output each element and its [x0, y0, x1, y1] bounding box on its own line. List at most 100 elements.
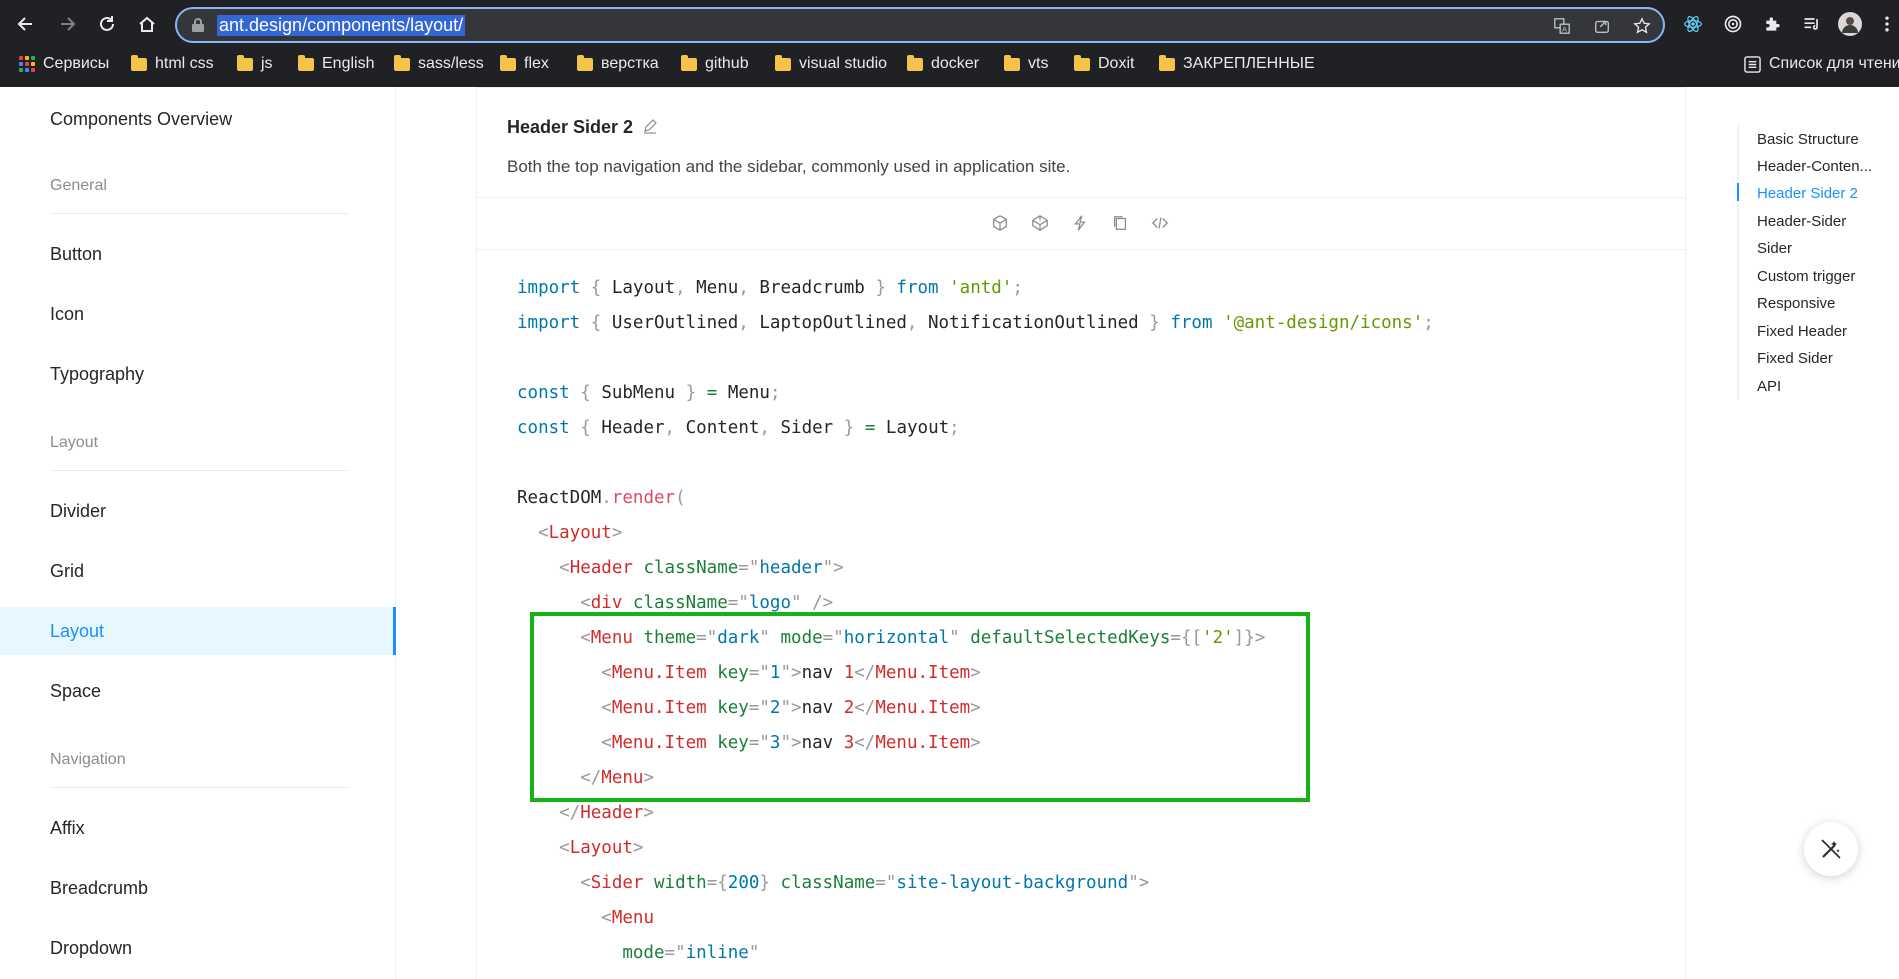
folder-icon — [394, 54, 410, 71]
folder-icon — [577, 54, 593, 71]
bookmark-item[interactable]: flex — [500, 53, 549, 75]
bookmark-item[interactable]: visual studio — [775, 53, 887, 75]
bookmark-item[interactable]: js — [237, 53, 273, 75]
folder-icon — [237, 54, 253, 71]
bookmark-item[interactable]: Doxit — [1074, 53, 1134, 75]
bookmark-item[interactable]: vts — [1004, 53, 1048, 75]
components-sidebar: Components Overview General Button Icon … — [0, 87, 396, 979]
browser-toolbar: ant.design/components/layout/ A — [0, 0, 1899, 48]
group-title-general: General — [50, 177, 107, 194]
browser-chrome: ant.design/components/layout/ A Сервисы … — [0, 0, 1899, 87]
edit-icon[interactable] — [642, 118, 658, 134]
lock-icon — [192, 18, 204, 32]
target-extension-icon[interactable] — [1721, 12, 1745, 36]
bookmark-label: html css — [155, 55, 214, 72]
code-line: <Menu — [601, 908, 654, 928]
reload-button[interactable] — [91, 8, 123, 40]
code-line: ReactDOM.render( — [517, 488, 686, 508]
code-line: <Sider width={200} className="site-layou… — [580, 873, 1150, 893]
bookmark-item[interactable]: html css — [131, 53, 214, 75]
code-line: <Layout> — [559, 838, 644, 858]
anchor-link[interactable]: Responsive — [1757, 295, 1897, 312]
code-line: <Layout> — [538, 523, 623, 543]
codesandbox-icon[interactable] — [989, 212, 1011, 234]
folder-icon — [1159, 54, 1175, 71]
anchor-link[interactable]: Basic Structure — [1757, 131, 1897, 148]
demo-description: Both the top navigation and the sidebar,… — [507, 157, 1071, 176]
demo-title-text: Header Sider 2 — [507, 117, 634, 137]
url-text[interactable]: ant.design/components/layout/ — [217, 15, 466, 36]
theme-toggle-button[interactable] — [1804, 822, 1858, 876]
share-icon[interactable] — [1591, 16, 1613, 36]
media-queue-icon[interactable] — [1800, 12, 1824, 36]
code-line: mode="inline" — [622, 943, 760, 963]
address-bar[interactable]: ant.design/components/layout/ A — [175, 7, 1665, 43]
anchor-link[interactable]: Sider — [1757, 240, 1897, 257]
anchor-link-active[interactable]: Header Sider 2 — [1757, 185, 1897, 202]
react-devtools-icon[interactable] — [1681, 12, 1705, 36]
translate-icon[interactable]: A — [1551, 16, 1573, 36]
anchor-link[interactable]: Fixed Sider — [1757, 350, 1897, 367]
bookmark-item[interactable]: Сервисы — [19, 53, 109, 75]
back-button[interactable] — [10, 8, 42, 40]
bookmark-label: English — [322, 55, 375, 72]
reload-icon — [100, 16, 114, 31]
codepen-icon[interactable] — [1029, 212, 1051, 234]
sidebar-item-icon[interactable]: Icon — [50, 294, 84, 334]
anchor-link[interactable]: Header-Sider — [1757, 213, 1897, 230]
card-divider — [477, 249, 1685, 250]
copy-icon[interactable] — [1109, 212, 1131, 234]
reading-list-label: Список для чтения — [1769, 55, 1899, 72]
group-divider — [50, 787, 349, 788]
anchor-link[interactable]: Fixed Header — [1757, 323, 1897, 340]
svg-text:A: A — [1562, 24, 1567, 33]
code-expand-icon[interactable] — [1149, 212, 1171, 234]
thunder-icon[interactable] — [1069, 212, 1091, 234]
bookmark-item[interactable]: English — [298, 53, 374, 75]
bookmark-label: flex — [524, 55, 549, 72]
forward-button[interactable] — [51, 8, 83, 40]
bookmark-item[interactable]: ЗАКРЕПЛЕННЫЕ — [1159, 53, 1315, 75]
sidebar-item-typography[interactable]: Typography — [50, 354, 144, 394]
group-divider — [50, 470, 349, 471]
reading-list-button[interactable]: Список для чтения — [1744, 53, 1899, 75]
home-icon — [139, 16, 155, 32]
anchor-link[interactable]: API — [1757, 378, 1897, 395]
group-divider — [50, 213, 349, 214]
code-line: <Header className="header"> — [559, 558, 844, 578]
sidebar-item-affix[interactable]: Affix — [50, 808, 85, 848]
sidebar-item-layout[interactable]: Layout — [50, 611, 104, 651]
sidebar-item-overview[interactable]: Components Overview — [50, 99, 232, 139]
sidebar-item-dropdown[interactable]: Dropdown — [50, 928, 132, 968]
bookmark-item[interactable]: github — [681, 53, 749, 75]
demo-title[interactable]: Header Sider 2 — [507, 117, 658, 138]
folder-icon — [681, 54, 697, 71]
home-button[interactable] — [131, 8, 163, 40]
extensions-puzzle-icon[interactable] — [1761, 12, 1785, 36]
code-line: import { UserOutlined, LaptopOutlined, N… — [517, 313, 1434, 333]
menu-dots-icon[interactable] — [1875, 12, 1899, 36]
folder-icon — [775, 54, 791, 71]
arrow-left-icon — [17, 17, 32, 31]
sidebar-item-breadcrumb[interactable]: Breadcrumb — [50, 868, 148, 908]
bookmark-item[interactable]: sass/less — [394, 53, 484, 75]
sidebar-item-button[interactable]: Button — [50, 234, 102, 274]
magic-wand-icon — [1821, 839, 1841, 859]
anchor-link[interactable]: Custom trigger — [1757, 268, 1897, 285]
bookmark-item[interactable]: docker — [907, 53, 979, 75]
sidebar-item-grid[interactable]: Grid — [50, 551, 84, 591]
bookmark-label: docker — [931, 55, 980, 72]
apps-icon — [19, 56, 35, 72]
folder-icon — [1004, 54, 1020, 71]
bookmark-label: github — [705, 55, 749, 72]
bookmark-star-icon[interactable] — [1631, 16, 1653, 36]
bookmark-label: vts — [1028, 55, 1049, 72]
sidebar-item-space[interactable]: Space — [50, 671, 101, 711]
anchor-link[interactable]: Header-Conten... — [1757, 158, 1897, 175]
highlight-annotation — [530, 612, 1310, 802]
bookmark-item[interactable]: верстка — [577, 53, 659, 75]
sidebar-item-divider[interactable]: Divider — [50, 491, 106, 531]
avatar[interactable] — [1838, 12, 1862, 36]
